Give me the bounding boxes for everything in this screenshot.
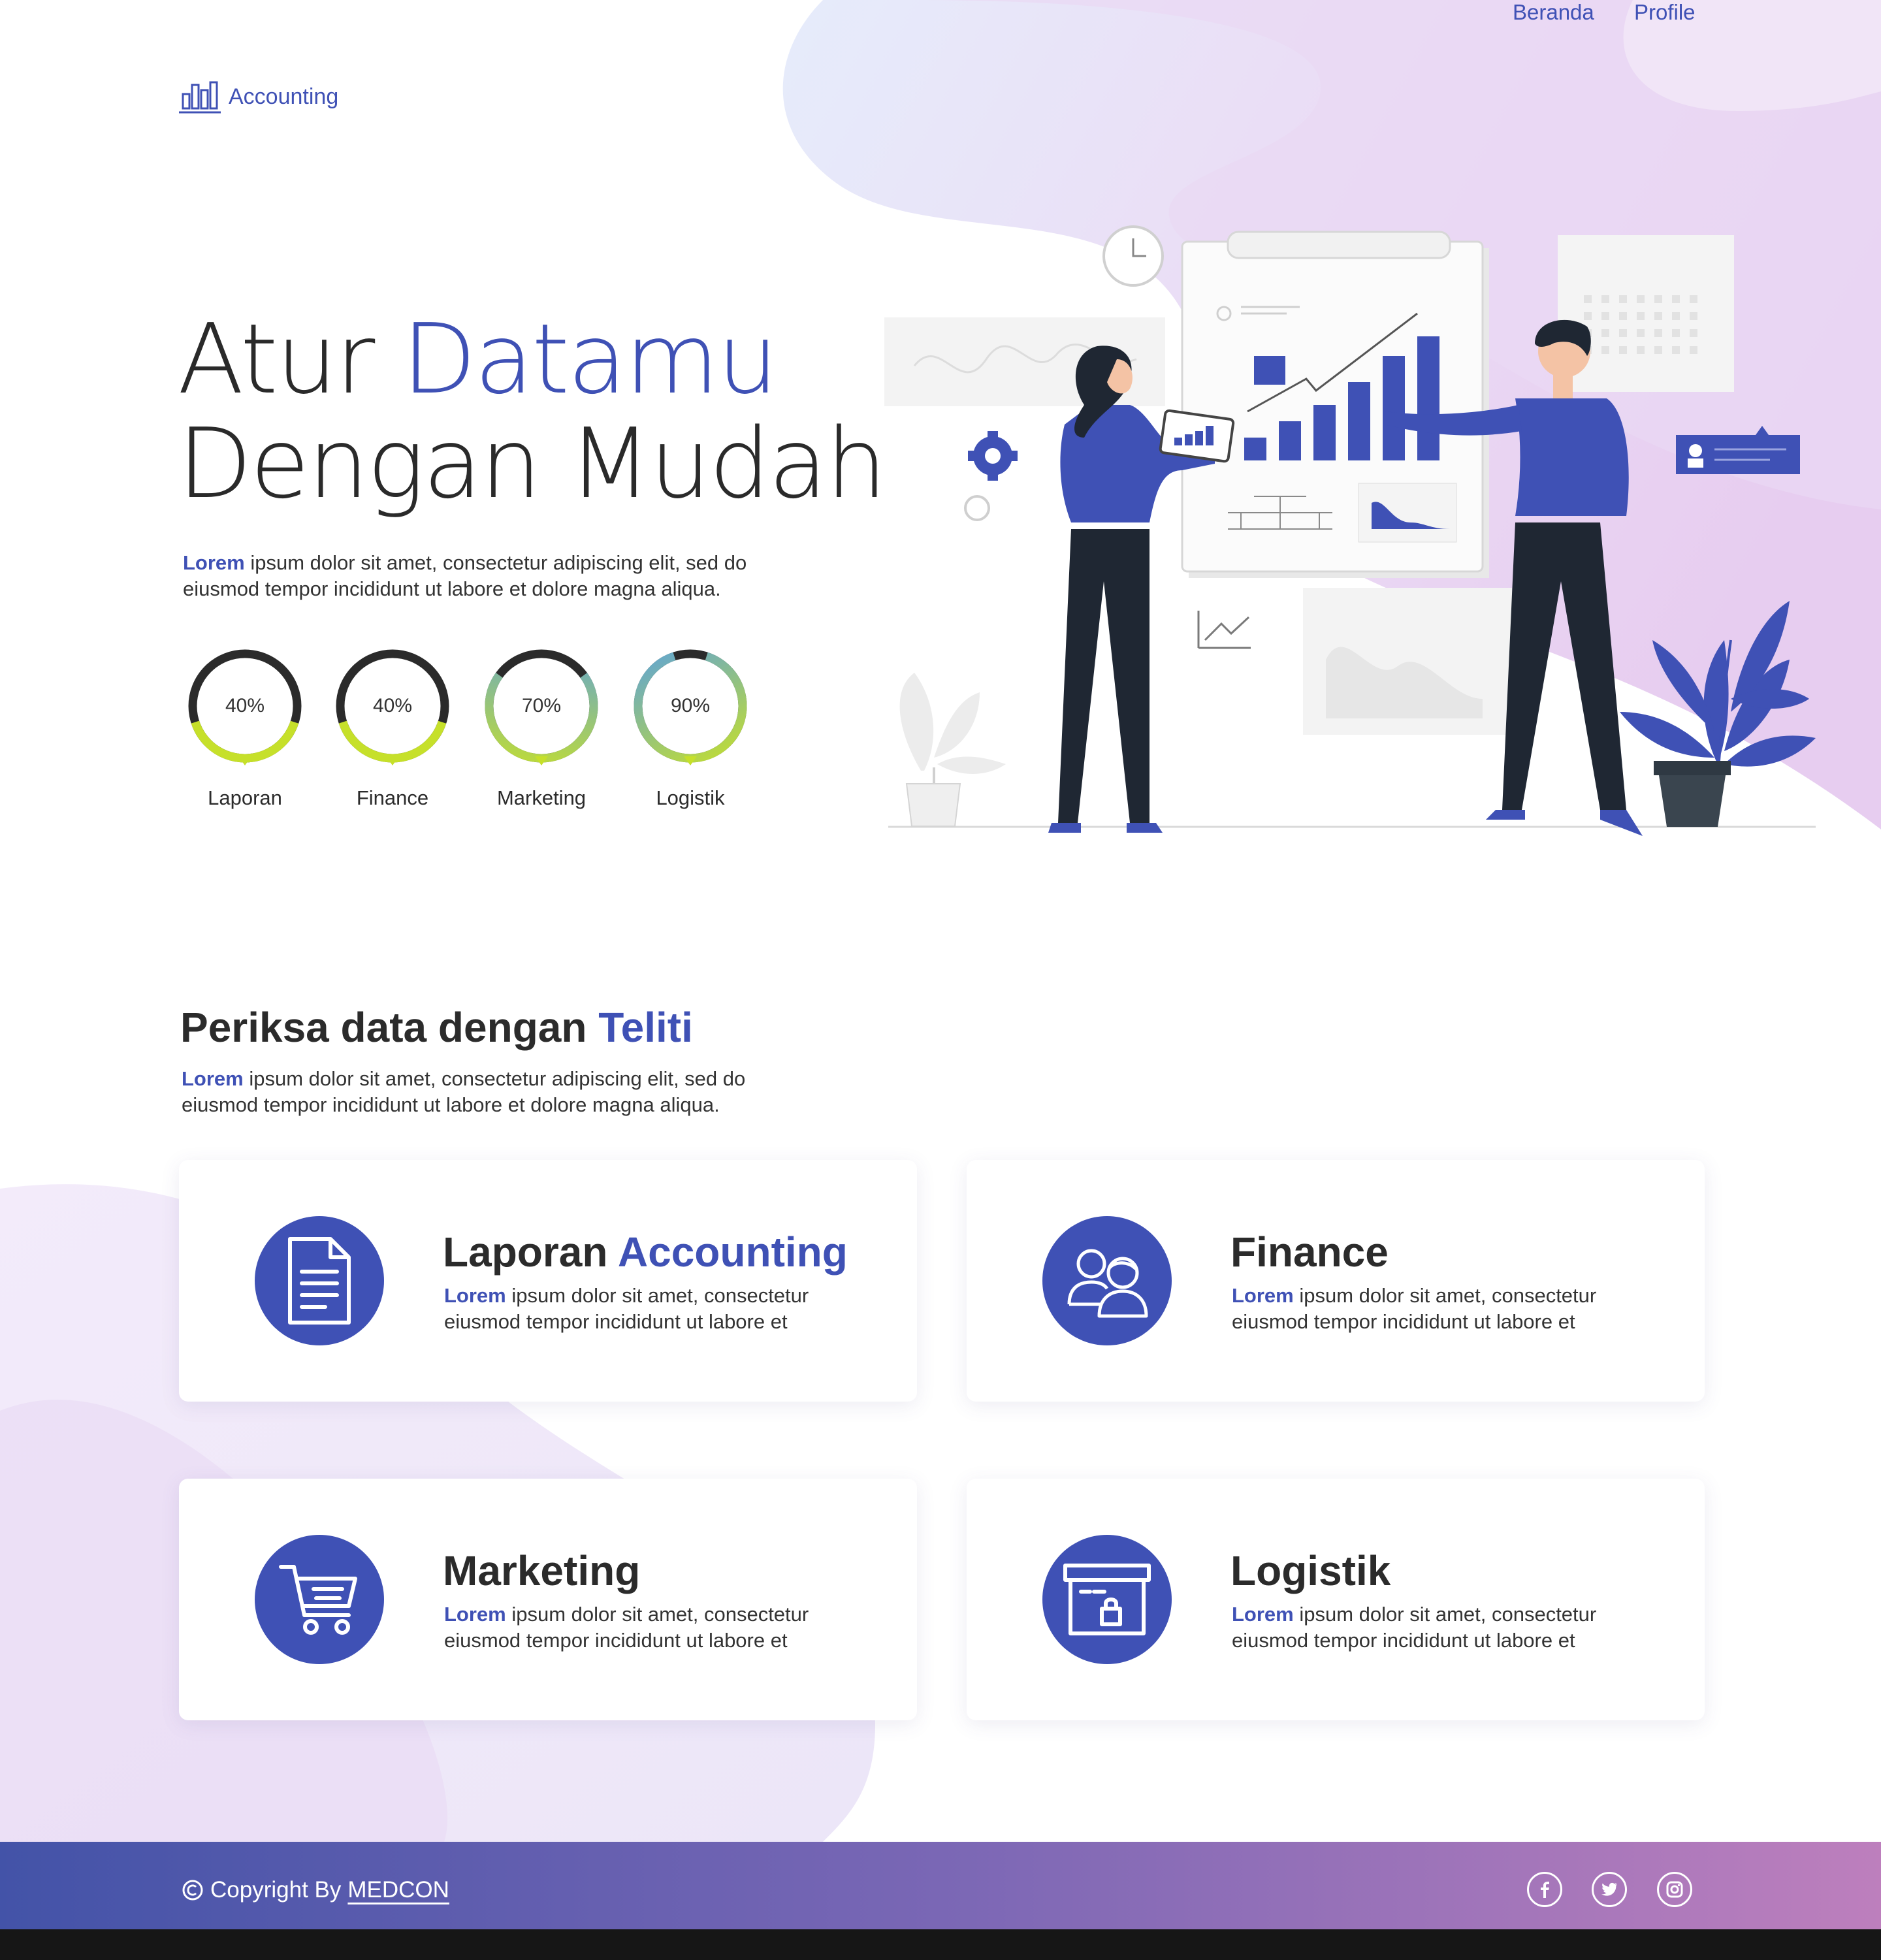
- hero-lead-line1: ipsum dolor sit amet, consectetur adipis…: [244, 551, 747, 574]
- card-text-line2: eiusmod tempor incididunt ut labore et: [444, 1629, 788, 1652]
- card-icon-circle: [1042, 1216, 1172, 1345]
- card-text-bold: Lorem: [1232, 1284, 1294, 1307]
- hero-title-line2: Dengan Mudah: [178, 408, 887, 520]
- ring-percent: 70%: [521, 695, 562, 716]
- card-text-bold: Lorem: [444, 1284, 506, 1307]
- card-title-part1: Finance: [1230, 1229, 1389, 1276]
- ring-label: Finance: [356, 786, 429, 809]
- twitter-icon[interactable]: [1592, 1872, 1627, 1907]
- section-lead-line1: ipsum dolor sit amet, consectetur adipis…: [243, 1067, 746, 1090]
- facebook-glyph-icon: [1541, 1882, 1549, 1898]
- card-title: Laporan Accounting: [443, 1228, 848, 1276]
- card-title-part1: Laporan: [443, 1229, 618, 1276]
- card-title-accent: Accounting: [617, 1229, 848, 1276]
- card-icon-circle: [1042, 1535, 1172, 1664]
- hero-lead-bold: Lorem: [183, 551, 245, 574]
- users-icon: [1067, 1249, 1148, 1318]
- card-text: Lorem ipsum dolor sit amet, consectetur e…: [1232, 1601, 1676, 1654]
- card-text-line2: eiusmod tempor incididunt ut labore et: [1232, 1629, 1575, 1652]
- document-icon: [288, 1237, 351, 1325]
- ring-percent: 40%: [225, 695, 265, 716]
- instagram-glyph-icon: [1666, 1881, 1683, 1898]
- card-laporan-accounting[interactable]: Laporan Accounting Lorem ipsum dolor sit…: [179, 1160, 917, 1402]
- card-title: Logistik: [1230, 1547, 1391, 1595]
- hero-lead-line2: eiusmod tempor incididunt ut labore et d…: [183, 577, 721, 600]
- card-finance[interactable]: Finance Lorem ipsum dolor sit amet, cons…: [967, 1160, 1705, 1402]
- copyright: Copyright By MEDCON: [182, 1877, 449, 1903]
- copyright-text: Copyright By: [210, 1877, 342, 1903]
- copyright-brand-link[interactable]: MEDCON: [347, 1877, 449, 1903]
- card-text-line1: ipsum dolor sit amet, consectetur: [1293, 1603, 1597, 1626]
- section-title: Periksa data dengan Teliti: [180, 1003, 693, 1052]
- ring-label: Marketing: [496, 786, 587, 809]
- card-text-line1: ipsum dolor sit amet, consectetur: [1293, 1284, 1597, 1307]
- shopping-cart-icon: [279, 1565, 357, 1635]
- brand-name: Accounting: [229, 84, 339, 109]
- card-text-line1: ipsum dolor sit amet, consectetur: [506, 1603, 809, 1626]
- ring-label: Laporan: [208, 786, 282, 809]
- section-lead-bold: Lorem: [182, 1067, 244, 1090]
- twitter-glyph-icon: [1601, 1882, 1617, 1896]
- instagram-icon[interactable]: [1657, 1872, 1692, 1907]
- card-icon-circle: [255, 1216, 384, 1345]
- card-text-bold: Lorem: [444, 1603, 506, 1626]
- ring-percent: 90%: [670, 695, 711, 716]
- section-lead-line2: eiusmod tempor incididunt ut labore et d…: [182, 1093, 720, 1116]
- copyright-icon: [182, 1880, 203, 1901]
- card-text-line2: eiusmod tempor incididunt ut labore et: [1232, 1310, 1575, 1333]
- card-text: Lorem ipsum dolor sit amet, consectetur e…: [1232, 1283, 1676, 1335]
- business-presentation-illustration: [884, 225, 1816, 836]
- card-text-bold: Lorem: [1232, 1603, 1294, 1626]
- card-text: Lorem ipsum dolor sit amet, consectetur e…: [444, 1283, 888, 1335]
- card-text-line2: eiusmod tempor incididunt ut labore et: [444, 1310, 788, 1333]
- hero-lead: Lorem ipsum dolor sit amet, consectetur …: [183, 550, 836, 602]
- hero-title-accent: Datamu: [402, 303, 778, 415]
- card-marketing[interactable]: Marketing Lorem ipsum dolor sit amet, co…: [179, 1479, 917, 1720]
- ring-label: Logistik: [656, 786, 725, 809]
- card-logistik[interactable]: Logistik Lorem ipsum dolor sit amet, con…: [967, 1479, 1705, 1720]
- locked-box-icon: [1063, 1564, 1151, 1635]
- card-title-part1: Logistik: [1230, 1547, 1391, 1594]
- hero-title-part1: Atur: [178, 303, 402, 415]
- card-title-part1: Marketing: [443, 1547, 641, 1594]
- card-text-line1: ipsum dolor sit amet, consectetur: [506, 1284, 809, 1307]
- card-icon-circle: [255, 1535, 384, 1664]
- card-text: Lorem ipsum dolor sit amet, consectetur e…: [444, 1601, 888, 1654]
- footer-bottom-bar: [0, 1929, 1881, 1960]
- bar-chart-logo-icon: [179, 81, 221, 114]
- ring-percent: 40%: [372, 695, 413, 716]
- hero-title: Atur Datamu Dengan Mudah: [178, 307, 887, 516]
- nav-link-beranda[interactable]: Beranda: [1513, 0, 1594, 25]
- section-lead: Lorem ipsum dolor sit amet, consectetur …: [182, 1066, 835, 1118]
- card-title: Finance: [1230, 1228, 1389, 1276]
- card-title: Marketing: [443, 1547, 640, 1595]
- section-title-part1: Periksa data dengan: [180, 1004, 599, 1051]
- page: Accounting Beranda Profile Atur Datamu D…: [0, 0, 1881, 1960]
- facebook-icon[interactable]: [1527, 1872, 1562, 1907]
- section-title-accent: Teliti: [598, 1004, 693, 1051]
- nav-link-profile[interactable]: Profile: [1634, 0, 1696, 25]
- brand-logo[interactable]: Accounting: [179, 77, 338, 116]
